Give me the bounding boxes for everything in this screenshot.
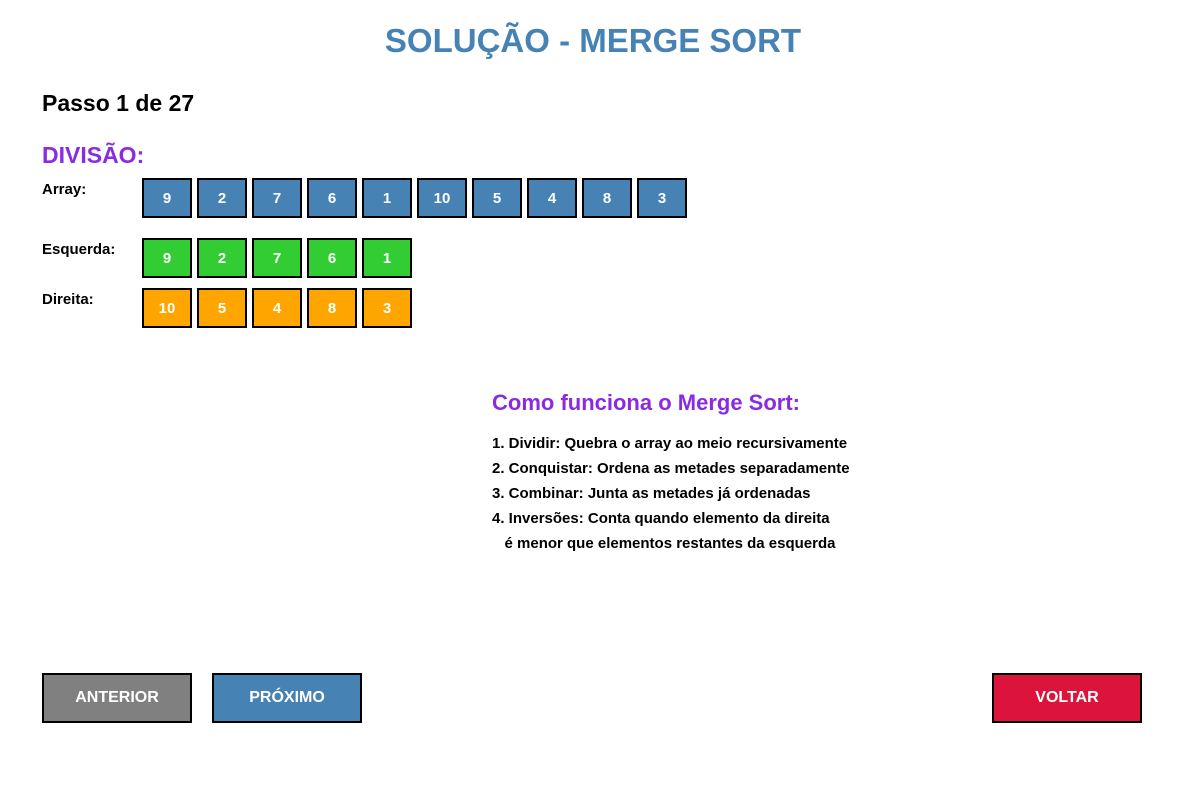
division-heading: DIVISÃO: [42,142,145,168]
page-title: SOLUÇÃO - MERGE SORT [384,22,802,59]
previous-button[interactable]: ANTERIOR [42,673,192,723]
left-row: 9 2 7 6 1 [142,238,412,278]
step-counter: Passo 1 de 27 [42,90,195,116]
right-cell: 4 [252,288,302,328]
array-cell: 1 [362,178,412,218]
array-cell: 10 [417,178,467,218]
info-line: 4. Inversões: Conta quando elemento da d… [492,510,830,527]
array-cell: 7 [252,178,302,218]
array-cell: 2 [197,178,247,218]
array-cell: 5 [472,178,522,218]
right-row: 10 5 4 8 3 [142,288,412,328]
next-button[interactable]: PRÓXIMO [212,673,362,723]
array-row: 9 2 7 6 1 10 5 4 8 3 [142,178,687,218]
left-cell: 7 [252,238,302,278]
info-line: 3. Combinar: Junta as metades já ordenad… [492,485,811,502]
right-cell: 5 [197,288,247,328]
array-cell: 6 [307,178,357,218]
info-line: 1. Dividir: Quebra o array ao meio recur… [492,435,848,452]
right-cell: 10 [142,288,192,328]
info-heading: Como funciona o Merge Sort: [492,390,800,415]
left-cell: 9 [142,238,192,278]
array-cell: 4 [527,178,577,218]
info-line: é menor que elementos restantes da esque… [492,535,836,552]
back-button[interactable]: VOLTAR [992,673,1142,723]
left-cell: 1 [362,238,412,278]
left-cell: 2 [197,238,247,278]
array-cell: 3 [637,178,687,218]
array-cell: 9 [142,178,192,218]
array-label: Array: [42,181,87,198]
array-cell: 8 [582,178,632,218]
right-label: Direita: [42,291,94,308]
left-cell: 6 [307,238,357,278]
info-line: 2. Conquistar: Ordena as metades separad… [492,460,850,477]
right-cell: 8 [307,288,357,328]
right-cell: 3 [362,288,412,328]
left-label: Esquerda: [42,241,116,258]
info-list: 1. Dividir: Quebra o array ao meio recur… [492,431,850,556]
